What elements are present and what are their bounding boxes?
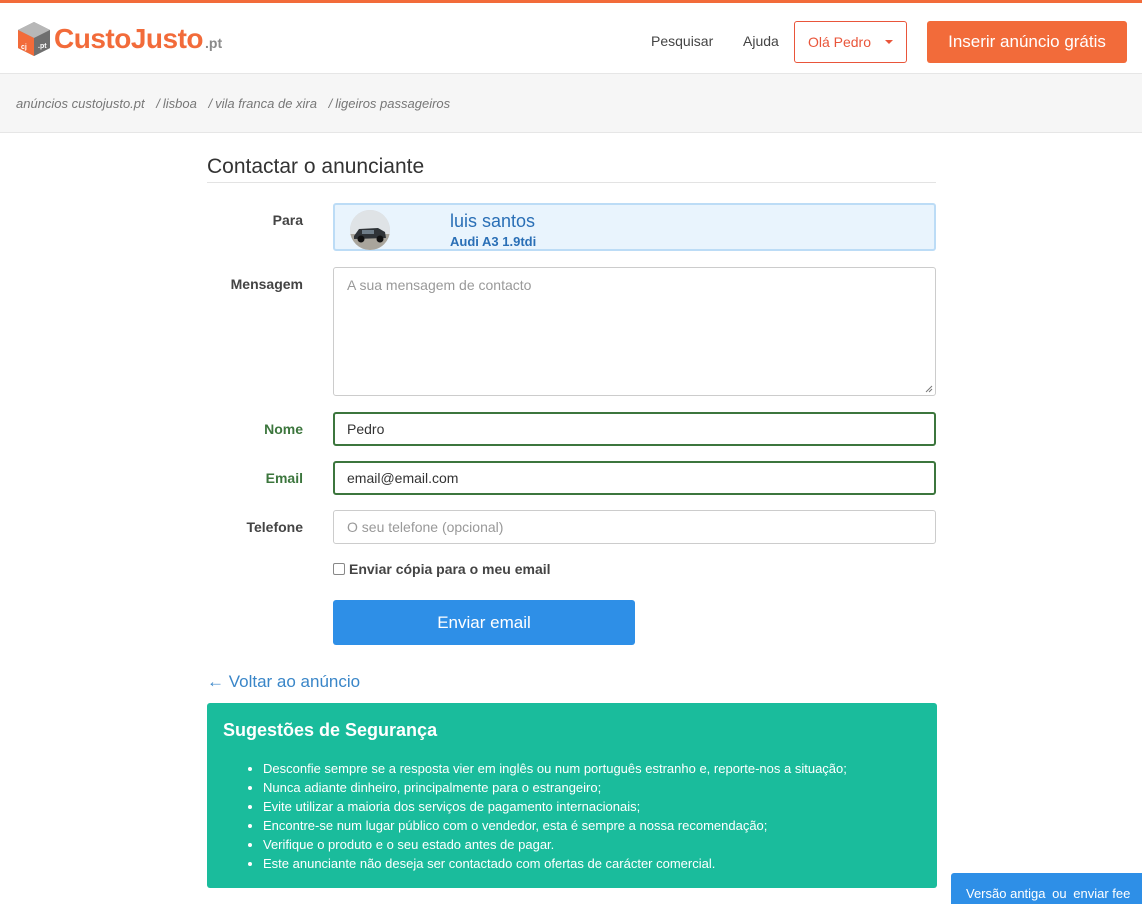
message-textarea[interactable] <box>333 267 936 396</box>
nav-ajuda-link[interactable]: Ajuda <box>743 33 779 49</box>
breadcrumb-item-home[interactable]: anúncios custojusto.pt <box>16 96 145 111</box>
phone-label: Telefone <box>246 519 303 535</box>
breadcrumb-item-category[interactable]: ligeiros passageiros <box>335 96 450 111</box>
breadcrumb: anúncios custojusto.pt / lisboa / vila fra… <box>16 96 450 111</box>
logo-box-icon: cj .pt <box>16 20 52 58</box>
send-copy-label: Enviar cópia para o meu email <box>349 561 551 577</box>
safety-tip-item: Desconfie sempre se a resposta vier em i… <box>263 759 847 778</box>
recipient-ad-title: Audi A3 1.9tdi <box>450 234 537 249</box>
breadcrumb-separator: / <box>156 96 160 111</box>
send-copy-checkbox[interactable] <box>333 563 345 575</box>
resize-grip-icon[interactable] <box>925 385 933 393</box>
logo-tld: .pt <box>205 35 223 51</box>
recipient-name: luis santos <box>450 211 536 231</box>
email-input[interactable] <box>333 461 936 495</box>
breadcrumb-bar: anúncios custojusto.pt / lisboa / vila fra… <box>0 74 1142 133</box>
send-feedback-link[interactable]: enviar fee <box>1073 886 1130 901</box>
to-label: Para <box>272 212 303 228</box>
feedback-separator: ou <box>1052 886 1067 901</box>
caret-down-icon <box>885 40 894 44</box>
user-menu-label: Olá Pedro <box>807 34 872 50</box>
old-version-link[interactable]: Versão antiga <box>966 886 1046 901</box>
safety-tip-item: Verifique o produto e o seu estado antes… <box>263 835 847 854</box>
page-title: Contactar o anunciante <box>207 155 425 178</box>
safety-tip-item: Este anunciante não deseja ser contactad… <box>263 854 847 873</box>
car-thumbnail-avatar <box>350 210 390 250</box>
site-logo[interactable]: cj .pt CustoJusto .pt <box>16 19 222 59</box>
title-divider <box>207 182 936 183</box>
breadcrumb-separator: / <box>208 96 213 111</box>
logo-text: CustoJusto <box>54 23 204 54</box>
safety-tip-item: Evite utilizar a maioria dos serviços de… <box>263 797 847 816</box>
user-menu-button[interactable]: Olá Pedro <box>794 21 907 63</box>
top-navbar: cj .pt CustoJusto .pt Pesquisar Ajuda Ol… <box>0 0 1142 74</box>
safety-tips-list: Desconfie sempre se a resposta vier em i… <box>263 759 847 873</box>
breadcrumb-item-city[interactable]: vila franca de xira <box>215 96 317 111</box>
safety-tips-title: Sugestões de Segurança <box>223 720 438 740</box>
send-email-button[interactable]: Enviar email <box>333 600 635 645</box>
safety-tip-item: Nunca adiante dinheiro, principalmente p… <box>263 778 847 797</box>
nav-pesquisar-link[interactable]: Pesquisar <box>651 33 713 49</box>
insert-ad-button[interactable]: Inserir anúncio grátis <box>927 21 1127 63</box>
email-label: Email <box>265 470 303 486</box>
name-label: Nome <box>264 421 303 437</box>
feedback-tab: Versão antiga ou enviar fee <box>951 873 1142 904</box>
phone-input[interactable] <box>333 510 936 544</box>
breadcrumb-item-region[interactable]: lisboa <box>163 96 197 111</box>
message-label: Mensagem <box>230 276 303 292</box>
recipient-card: luis santos Audi A3 1.9tdi <box>333 203 936 251</box>
back-to-ad-link[interactable]: ← Voltar ao anúncio <box>207 672 360 692</box>
send-copy-option[interactable]: Enviar cópia para o meu email <box>333 561 551 577</box>
name-input[interactable] <box>333 412 936 446</box>
safety-tip-item: Encontre-se num lugar público com o vend… <box>263 816 847 835</box>
safety-tips-panel: Sugestões de Segurança Desconfie sempre … <box>207 703 937 888</box>
svg-text:cj: cj <box>21 44 27 51</box>
svg-text:.pt: .pt <box>38 43 47 50</box>
breadcrumb-separator: / <box>328 96 333 111</box>
